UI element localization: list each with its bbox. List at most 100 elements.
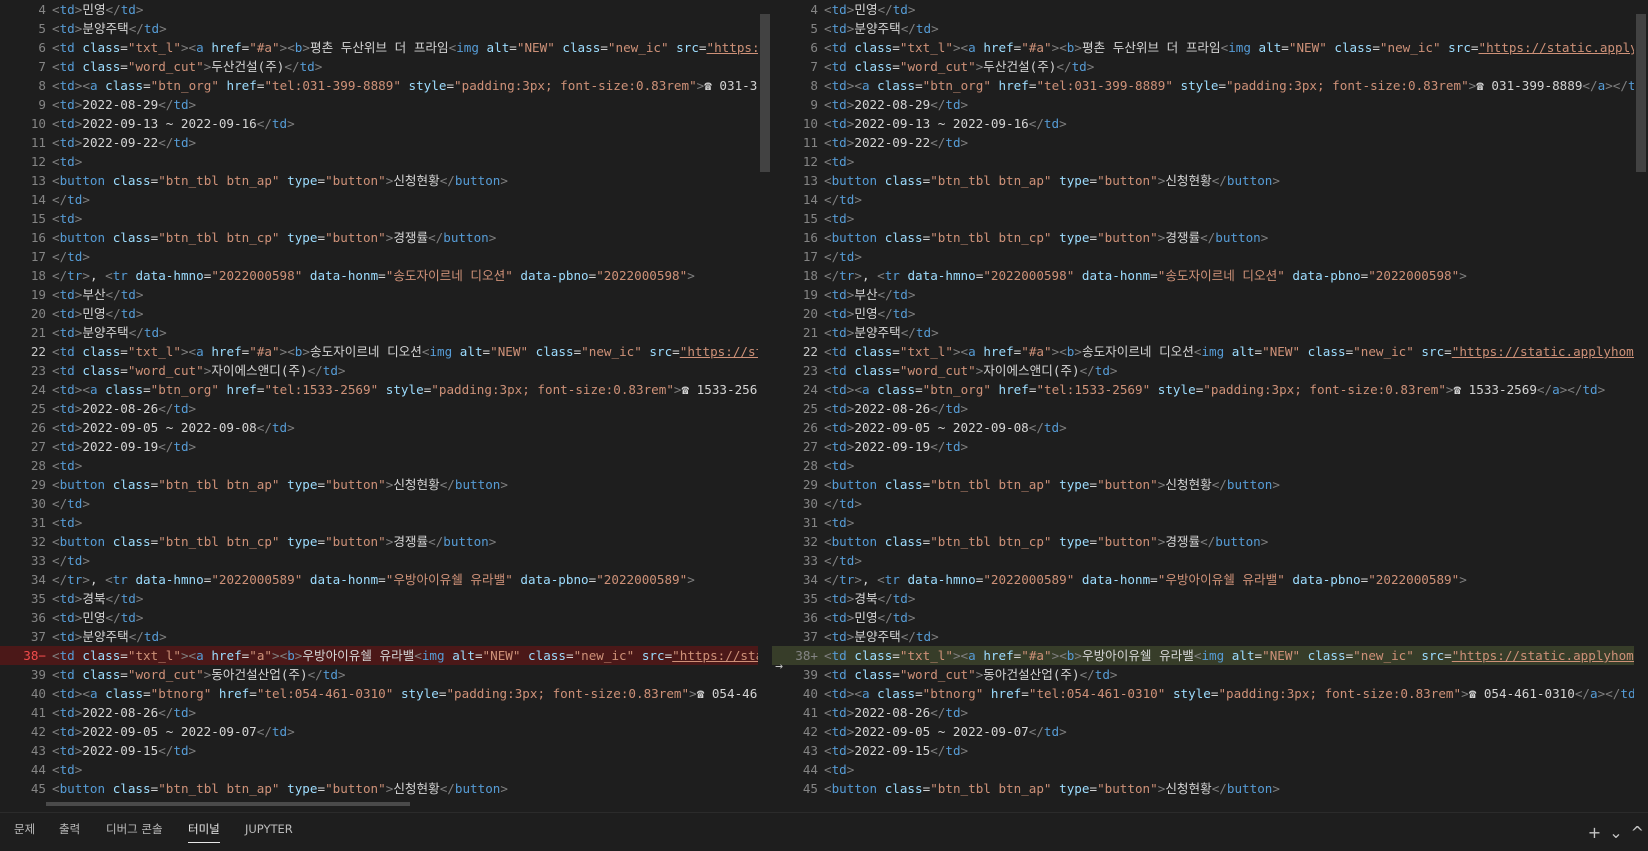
code-line[interactable]: 37 <td>분양주택</td> bbox=[0, 627, 772, 646]
code-line[interactable]: 7 <td class="word_cut">두산건설(주)</td> bbox=[772, 57, 1648, 76]
original-scroll-thumb[interactable] bbox=[760, 14, 770, 172]
code-line[interactable]: 34 </tr>, <tr data-hmno="2022000589" data… bbox=[772, 570, 1648, 589]
code-line[interactable]: 5 <td>분양주택</td> bbox=[0, 19, 772, 38]
code-line[interactable]: 44 <td> bbox=[0, 760, 772, 779]
code-line[interactable]: 42 <td>2022-09-05 ~ 2022-09-07</td> bbox=[0, 722, 772, 741]
code-line[interactable]: 39 <td class="word_cut">동아건설산업(주)</td> bbox=[0, 665, 772, 684]
code-line[interactable]: 40 <td><a class="btnorg" href="tel:054-46… bbox=[772, 684, 1648, 703]
code-line[interactable]: 19 <td>부산</td> bbox=[0, 285, 772, 304]
tab-problems[interactable]: 문제 bbox=[14, 813, 35, 851]
code-line[interactable]: 26 <td>2022-09-05 ~ 2022-09-08</td> bbox=[772, 418, 1648, 437]
code-line[interactable]: 5 <td>분양주택</td> bbox=[772, 19, 1648, 38]
code-line[interactable]: 15 <td> bbox=[0, 209, 772, 228]
code-line[interactable]: 19 <td>부산</td> bbox=[772, 285, 1648, 304]
tab-jupyter[interactable]: JUPYTER bbox=[245, 813, 293, 851]
code-line[interactable]: 12 <td> bbox=[772, 152, 1648, 171]
code-line[interactable]: 20 <td>민영</td> bbox=[772, 304, 1648, 323]
code-line[interactable]: 38− <td class="txt_l"><a href="a"><b>우방아이… bbox=[0, 646, 772, 665]
new-terminal-plus-icon[interactable]: + bbox=[1588, 823, 1601, 842]
code-line[interactable]: 32 <button class="btn_tbl btn_cp" type="b… bbox=[0, 532, 772, 551]
code-line[interactable]: 13 <button class="btn_tbl btn_ap" type="b… bbox=[772, 171, 1648, 190]
code-line[interactable]: 7 <td class="word_cut">두산건설(주)</td> bbox=[0, 57, 772, 76]
code-line[interactable]: 21 <td>분양주택</td> bbox=[0, 323, 772, 342]
code-line[interactable]: 28 <td> bbox=[0, 456, 772, 475]
code-line[interactable]: 8 <td><a class="btn_org" href="tel:031-39… bbox=[0, 76, 772, 95]
code-line[interactable]: 37 <td>분양주택</td> bbox=[772, 627, 1648, 646]
code-line[interactable]: 33 </td> bbox=[772, 551, 1648, 570]
code-line[interactable]: 9 <td>2022-08-29</td> bbox=[772, 95, 1648, 114]
panel-maximize-chevron-icon[interactable]: ^ bbox=[1631, 823, 1644, 842]
tab-terminal[interactable]: 터미널 bbox=[188, 813, 220, 851]
code-line[interactable]: 26 <td>2022-09-05 ~ 2022-09-08</td> bbox=[0, 418, 772, 437]
code-line[interactable]: 22 <td class="txt_l"><a href="#a"><b>송도자이… bbox=[772, 342, 1648, 361]
code-line[interactable]: 21 <td>분양주택</td> bbox=[772, 323, 1648, 342]
code-line[interactable]: 4 <td>민영</td> bbox=[772, 0, 1648, 19]
modified-pane[interactable]: 4 <td>민영</td> 5 <td>분양주택</td> 6 <td class="tx… bbox=[772, 0, 1648, 808]
code-line[interactable]: 23 <td class="word_cut">자이에스앤디(주)</td> bbox=[772, 361, 1648, 380]
revert-change-arrow-icon[interactable]: → bbox=[768, 657, 790, 676]
code-line[interactable]: 11 <td>2022-09-22</td> bbox=[772, 133, 1648, 152]
code-line[interactable]: 25 <td>2022-08-26</td> bbox=[0, 399, 772, 418]
code-line[interactable]: 4 <td>민영</td> bbox=[0, 0, 772, 19]
tab-output[interactable]: 출력 bbox=[59, 813, 80, 851]
code-line[interactable]: 28 <td> bbox=[772, 456, 1648, 475]
code-line[interactable]: 18 </tr>, <tr data-hmno="2022000598" data… bbox=[0, 266, 772, 285]
modified-scroll-thumb[interactable] bbox=[1636, 14, 1646, 172]
code-line[interactable]: 27 <td>2022-09-19</td> bbox=[0, 437, 772, 456]
original-vertical-scrollbar[interactable] bbox=[758, 0, 772, 808]
code-line[interactable]: 35 <td>경북</td> bbox=[772, 589, 1648, 608]
code-line[interactable]: 14 </td> bbox=[772, 190, 1648, 209]
code-line[interactable]: 17 </td> bbox=[772, 247, 1648, 266]
code-line[interactable]: 17 </td> bbox=[0, 247, 772, 266]
code-line[interactable]: 16 <button class="btn_tbl btn_cp" type="b… bbox=[0, 228, 772, 247]
code-line[interactable]: 6 <td class="txt_l"><a href="#a"><b>평촌 두산… bbox=[0, 38, 772, 57]
code-line[interactable]: 13 <button class="btn_tbl btn_ap" type="b… bbox=[0, 171, 772, 190]
code-line[interactable]: 34 </tr>, <tr data-hmno="2022000589" data… bbox=[0, 570, 772, 589]
code-line[interactable]: 45 <button class="btn_tbl btn_ap" type="b… bbox=[0, 779, 772, 798]
original-horizontal-scrollbar[interactable] bbox=[46, 802, 410, 806]
code-line[interactable]: 12 <td> bbox=[0, 152, 772, 171]
code-line[interactable]: 25 <td>2022-08-26</td> bbox=[772, 399, 1648, 418]
code-line[interactable]: 15 <td> bbox=[772, 209, 1648, 228]
code-line[interactable]: 30 </td> bbox=[0, 494, 772, 513]
code-line[interactable]: 33 </td> bbox=[0, 551, 772, 570]
code-line[interactable]: 44 <td> bbox=[772, 760, 1648, 779]
code-line[interactable]: 22 <td class="txt_l"><a href="#a"><b>송도자이… bbox=[0, 342, 772, 361]
code-line[interactable]: 18 </tr>, <tr data-hmno="2022000598" data… bbox=[772, 266, 1648, 285]
code-line[interactable]: 20 <td>민영</td> bbox=[0, 304, 772, 323]
code-line[interactable]: 10 <td>2022-09-13 ~ 2022-09-16</td> bbox=[0, 114, 772, 133]
code-line[interactable]: 45 <button class="btn_tbl btn_ap" type="b… bbox=[772, 779, 1648, 798]
code-line[interactable]: 41 <td>2022-08-26</td> bbox=[0, 703, 772, 722]
code-line[interactable]: 43 <td>2022-09-15</td> bbox=[772, 741, 1648, 760]
code-line[interactable]: 11 <td>2022-09-22</td> bbox=[0, 133, 772, 152]
code-line[interactable]: 31 <td> bbox=[0, 513, 772, 532]
modified-vertical-scrollbar[interactable] bbox=[1634, 0, 1648, 808]
code-line[interactable]: 31 <td> bbox=[772, 513, 1648, 532]
code-line[interactable]: 43 <td>2022-09-15</td> bbox=[0, 741, 772, 760]
code-line[interactable]: 24 <td><a class="btn_org" href="tel:1533-… bbox=[0, 380, 772, 399]
code-line[interactable]: 36 <td>민영</td> bbox=[772, 608, 1648, 627]
code-line[interactable]: 9 <td>2022-08-29</td> bbox=[0, 95, 772, 114]
code-line[interactable]: 29 <button class="btn_tbl btn_ap" type="b… bbox=[0, 475, 772, 494]
code-line[interactable]: 29 <button class="btn_tbl btn_ap" type="b… bbox=[772, 475, 1648, 494]
code-line[interactable]: 10 <td>2022-09-13 ~ 2022-09-16</td> bbox=[772, 114, 1648, 133]
code-line[interactable]: 36 <td>민영</td> bbox=[0, 608, 772, 627]
code-line[interactable]: 14 </td> bbox=[0, 190, 772, 209]
code-line[interactable]: 24 <td><a class="btn_org" href="tel:1533-… bbox=[772, 380, 1648, 399]
code-line[interactable]: 42 <td>2022-09-05 ~ 2022-09-07</td> bbox=[772, 722, 1648, 741]
code-line[interactable]: 6 <td class="txt_l"><a href="#a"><b>평촌 두산… bbox=[772, 38, 1648, 57]
code-line[interactable]: 8 <td><a class="btn_org" href="tel:031-39… bbox=[772, 76, 1648, 95]
code-line[interactable]: 30 </td> bbox=[772, 494, 1648, 513]
code-line[interactable]: 38+ <td class="txt_l"><a href="#a"><b>우방아… bbox=[772, 646, 1648, 665]
code-line[interactable]: 16 <button class="btn_tbl btn_cp" type="b… bbox=[772, 228, 1648, 247]
code-line[interactable]: 35 <td>경북</td> bbox=[0, 589, 772, 608]
tab-debug-console[interactable]: 디버그 콘솔 bbox=[106, 813, 163, 851]
code-line[interactable]: 40 <td><a class="btnorg" href="tel:054-46… bbox=[0, 684, 772, 703]
code-line[interactable]: 32 <button class="btn_tbl btn_cp" type="b… bbox=[772, 532, 1648, 551]
terminal-dropdown-chevron-icon[interactable]: ⌄ bbox=[1609, 823, 1622, 842]
code-line[interactable]: 23 <td class="word_cut">자이에스앤디(주)</td> bbox=[0, 361, 772, 380]
code-line[interactable]: 27 <td>2022-09-19</td> bbox=[772, 437, 1648, 456]
code-line[interactable]: 41 <td>2022-08-26</td> bbox=[772, 703, 1648, 722]
original-pane[interactable]: 4 <td>민영</td> 5 <td>분양주택</td> 6 <td class="tx… bbox=[0, 0, 772, 808]
code-line[interactable]: 39 <td class="word_cut">동아건설산업(주)</td> bbox=[772, 665, 1648, 684]
